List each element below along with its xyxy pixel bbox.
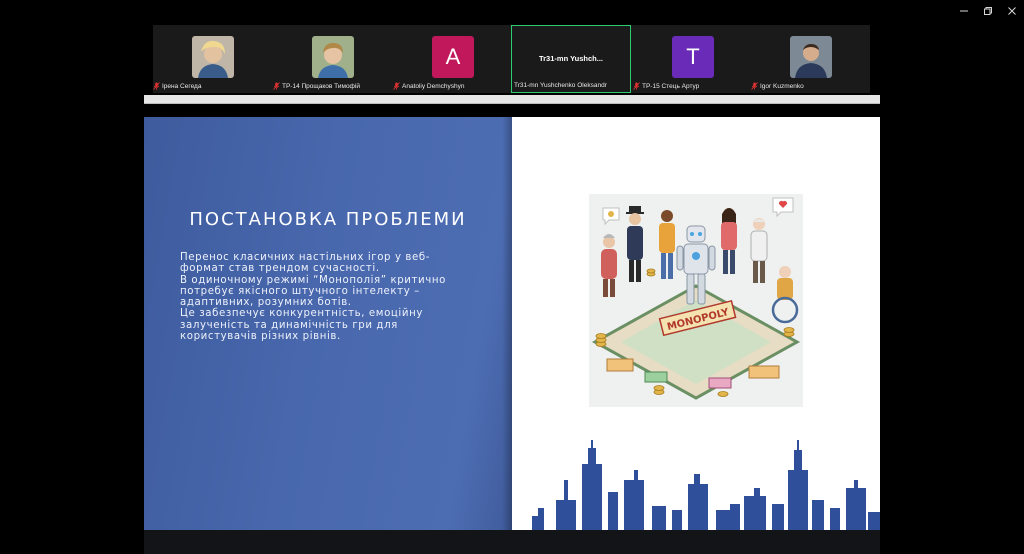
- city-skyline-graphic: [532, 440, 880, 530]
- participant-tile[interactable]: ТР-14 Прощаков Тимофій: [273, 25, 393, 93]
- participant-name: Tr31-mn Yushchenko Oleksandr: [514, 82, 607, 89]
- slide-body: Перенос класичних настільних ігор у веб-…: [180, 252, 446, 343]
- avatar: [192, 36, 234, 78]
- monopoly-illustration: MONOPOLY: [589, 194, 803, 407]
- mic-muted-icon: [393, 82, 400, 90]
- bottom-bar: [144, 530, 880, 554]
- close-button[interactable]: [1000, 0, 1024, 22]
- avatar: T: [672, 36, 714, 78]
- participant-name: Ірена Сегеда: [153, 82, 201, 90]
- slide-left-panel: ПОСТАНОВКА ПРОБЛЕМИ Перенос класичних на…: [144, 117, 512, 530]
- participant-tile[interactable]: Igor Kuzmenko: [751, 25, 871, 93]
- avatar: [312, 36, 354, 78]
- participant-tile[interactable]: Ірена Сегеда: [153, 25, 273, 93]
- participant-name: ТР-15 Стець Артур: [633, 82, 699, 90]
- avatar: A: [432, 36, 474, 78]
- mic-muted-icon: [633, 82, 640, 90]
- mic-muted-icon: [273, 82, 280, 90]
- participant-name: Anatoliy Demchyshyn: [393, 82, 465, 90]
- participant-tile-active[interactable]: Tr31-mn Yushch... Tr31-mn Yushchenko Ole…: [511, 25, 631, 93]
- mic-muted-icon: [153, 82, 160, 90]
- participant-name: ТР-14 Прощаков Тимофій: [273, 82, 360, 90]
- restore-button[interactable]: [976, 0, 1000, 22]
- participant-name: Igor Kuzmenko: [751, 82, 804, 90]
- slide-title: ПОСТАНОВКА ПРОБЛЕМИ: [189, 209, 467, 230]
- shared-slide: ПОСТАНОВКА ПРОБЛЕМИ Перенос класичних на…: [144, 117, 880, 530]
- restore-icon: [984, 7, 992, 15]
- participant-tile[interactable]: A Anatoliy Demchyshyn: [393, 25, 513, 93]
- screen-share-bar: [144, 95, 880, 104]
- mic-muted-icon: [751, 82, 758, 90]
- window-controls: [952, 0, 1024, 22]
- minimize-icon: [960, 10, 968, 12]
- participants-strip: Ірена Сегеда ТР-14 Прощаков Тимофій A An…: [153, 25, 870, 93]
- minimize-button[interactable]: [952, 0, 976, 22]
- participant-tile[interactable]: T ТР-15 Стець Артур: [633, 25, 753, 93]
- close-icon: [1008, 7, 1016, 15]
- participant-short-label: Tr31-mn Yushch...: [538, 54, 604, 63]
- avatar: [790, 36, 832, 78]
